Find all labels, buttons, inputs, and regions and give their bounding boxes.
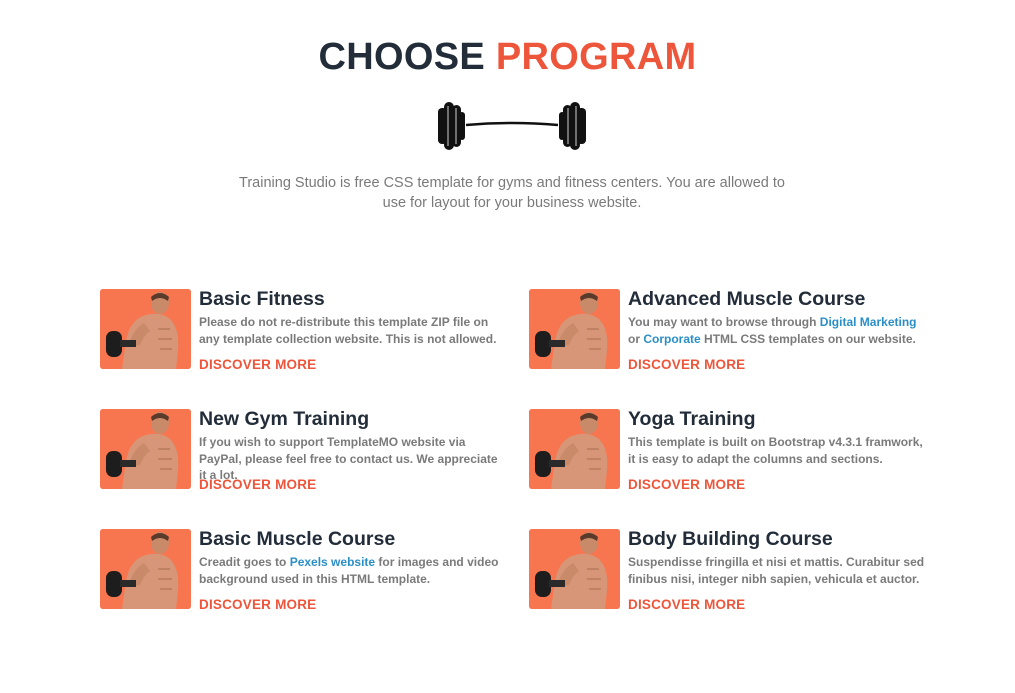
program-item: Body Building Course Suspendisse fringil… <box>529 528 949 621</box>
section-heading: CHOOSE PROGRAM <box>0 34 1015 80</box>
program-item: Basic Fitness Please do not re-distribut… <box>100 288 520 381</box>
program-description-text: or <box>628 331 644 346</box>
dumbbell-icon <box>438 102 586 150</box>
program-item: Basic Muscle Course Creadit goes to Pexe… <box>100 528 520 621</box>
program-title: Yoga Training <box>628 408 756 430</box>
program-thumbnail[interactable] <box>100 409 191 489</box>
program-description-text: You may want to browse through <box>628 315 820 329</box>
program-item: New Gym Training If you wish to support … <box>100 408 520 501</box>
program-description-text: Creadit goes to <box>199 555 290 569</box>
corporate-link[interactable]: Corporate <box>643 332 700 346</box>
program-thumbnail[interactable] <box>100 289 191 369</box>
program-description: Please do not re-distribute this templat… <box>199 314 499 347</box>
heading-word-choose: CHOOSE <box>318 36 486 78</box>
program-description-text: Please do not re-distribute this templat… <box>199 315 497 346</box>
program-item: Advanced Muscle Course You may want to b… <box>529 288 949 381</box>
program-thumbnail[interactable] <box>529 529 620 609</box>
program-description-text: If you wish to support TemplateMO websit… <box>199 435 498 482</box>
discover-more-link[interactable]: DISCOVER MORE <box>628 357 745 372</box>
digital-marketing-link[interactable]: Digital Marketing <box>820 315 917 329</box>
program-description-text: HTML CSS templates on our website. <box>700 331 916 346</box>
discover-more-link[interactable]: DISCOVER MORE <box>628 597 745 612</box>
program-title: New Gym Training <box>199 408 370 430</box>
program-title: Basic Fitness <box>199 288 325 310</box>
program-description-text: This template is built on Bootstrap v4.3… <box>628 435 923 466</box>
program-description: You may want to browse through Digital M… <box>628 314 928 347</box>
program-thumbnail[interactable] <box>100 529 191 609</box>
program-thumbnail[interactable] <box>529 409 620 489</box>
pexels-website-link[interactable]: Pexels website <box>290 555 375 569</box>
discover-more-link[interactable]: DISCOVER MORE <box>199 597 316 612</box>
program-title: Basic Muscle Course <box>199 528 396 550</box>
program-title: Body Building Course <box>628 528 833 550</box>
program-title: Advanced Muscle Course <box>628 288 866 310</box>
program-description-text: Suspendisse fringilla et nisi et mattis.… <box>628 555 925 586</box>
program-description: Suspendisse fringilla et nisi et mattis.… <box>628 554 928 587</box>
program-thumbnail[interactable] <box>529 289 620 369</box>
program-description: Creadit goes to Pexels website for image… <box>199 554 499 587</box>
discover-more-link[interactable]: DISCOVER MORE <box>199 357 316 372</box>
discover-more-link[interactable]: DISCOVER MORE <box>199 477 316 492</box>
discover-more-link[interactable]: DISCOVER MORE <box>628 477 745 492</box>
program-description: This template is built on Bootstrap v4.3… <box>628 434 928 467</box>
heading-word-program: PROGRAM <box>495 36 697 78</box>
program-item: Yoga Training This template is built on … <box>529 408 949 501</box>
section-intro: Training Studio is free CSS template for… <box>239 175 785 211</box>
